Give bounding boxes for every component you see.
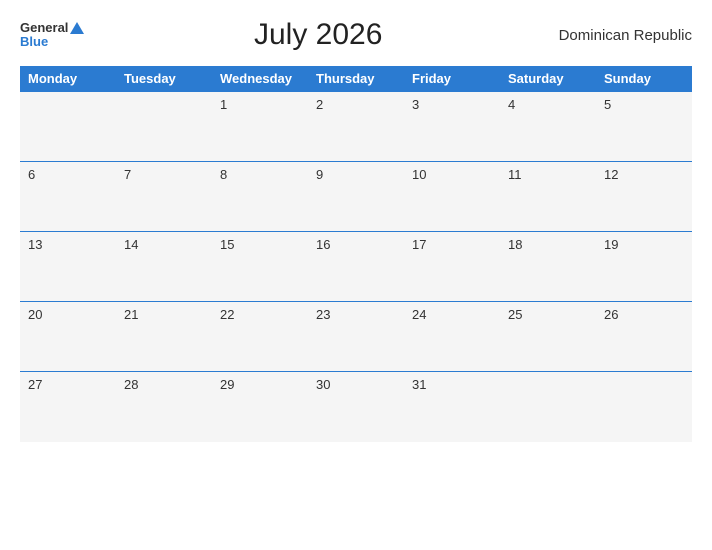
- day-number: 30: [316, 377, 330, 392]
- logo-general-text: General: [20, 21, 84, 35]
- day-number: 25: [508, 307, 522, 322]
- day-number: 28: [124, 377, 138, 392]
- calendar-cell: [116, 92, 212, 162]
- calendar-cell: 23: [308, 302, 404, 372]
- calendar-cell: 12: [596, 162, 692, 232]
- day-header-row: MondayTuesdayWednesdayThursdayFridaySatu…: [20, 66, 692, 92]
- week-row-5: 27 28 29 30 31: [20, 372, 692, 442]
- calendar-cell: 31: [404, 372, 500, 442]
- calendar-country: Dominican Republic: [552, 27, 692, 44]
- day-number: 7: [124, 167, 131, 182]
- calendar-cell: 6: [20, 162, 116, 232]
- calendar-title: July 2026: [84, 18, 552, 52]
- day-header-monday: Monday: [20, 66, 116, 92]
- day-number: 29: [220, 377, 234, 392]
- calendar-cell: 17: [404, 232, 500, 302]
- calendar-cell: [596, 372, 692, 442]
- day-number: 13: [28, 237, 42, 252]
- day-number: 23: [316, 307, 330, 322]
- day-number: 1: [220, 97, 227, 112]
- calendar-cell: 13: [20, 232, 116, 302]
- calendar-cell: 15: [212, 232, 308, 302]
- calendar-cell: 7: [116, 162, 212, 232]
- calendar-table: MondayTuesdayWednesdayThursdayFridaySatu…: [20, 66, 692, 442]
- day-number: 9: [316, 167, 323, 182]
- calendar-cell: 10: [404, 162, 500, 232]
- calendar-cell: 21: [116, 302, 212, 372]
- calendar-cell: 22: [212, 302, 308, 372]
- day-number: 27: [28, 377, 42, 392]
- calendar-cell: 9: [308, 162, 404, 232]
- day-header-thursday: Thursday: [308, 66, 404, 92]
- day-number: 20: [28, 307, 42, 322]
- calendar-tbody: 1234567891011121314151617181920212223242…: [20, 92, 692, 442]
- calendar-cell: 14: [116, 232, 212, 302]
- calendar-cell: 24: [404, 302, 500, 372]
- calendar-cell: 2: [308, 92, 404, 162]
- day-number: 11: [508, 167, 522, 182]
- logo-triangle-icon: [70, 22, 84, 34]
- day-number: 24: [412, 307, 426, 322]
- calendar-cell: [20, 92, 116, 162]
- day-number: 15: [220, 237, 234, 252]
- day-number: 6: [28, 167, 35, 182]
- logo-blue-text: Blue: [20, 35, 48, 49]
- day-number: 17: [412, 237, 426, 252]
- calendar-cell: 30: [308, 372, 404, 442]
- calendar-cell: 20: [20, 302, 116, 372]
- day-header-tuesday: Tuesday: [116, 66, 212, 92]
- calendar-cell: 16: [308, 232, 404, 302]
- calendar-cell: 8: [212, 162, 308, 232]
- week-row-1: 1 2 3 4 5: [20, 92, 692, 162]
- day-number: 5: [604, 97, 611, 112]
- day-number: 19: [604, 237, 618, 252]
- calendar-cell: 28: [116, 372, 212, 442]
- day-number: 2: [316, 97, 323, 112]
- calendar-container: General Blue July 2026 Dominican Republi…: [0, 0, 712, 550]
- calendar-cell: 29: [212, 372, 308, 442]
- calendar-cell: 5: [596, 92, 692, 162]
- day-number: 3: [412, 97, 419, 112]
- calendar-cell: 1: [212, 92, 308, 162]
- calendar-thead: MondayTuesdayWednesdayThursdayFridaySatu…: [20, 66, 692, 92]
- calendar-cell: 19: [596, 232, 692, 302]
- day-header-sunday: Sunday: [596, 66, 692, 92]
- day-number: 16: [316, 237, 330, 252]
- day-number: 21: [124, 307, 138, 322]
- calendar-header: General Blue July 2026 Dominican Republi…: [20, 18, 692, 52]
- calendar-cell: 11: [500, 162, 596, 232]
- day-number: 26: [604, 307, 618, 322]
- day-number: 4: [508, 97, 515, 112]
- calendar-cell: 3: [404, 92, 500, 162]
- day-header-saturday: Saturday: [500, 66, 596, 92]
- day-number: 18: [508, 237, 522, 252]
- day-number: 10: [412, 167, 426, 182]
- day-header-friday: Friday: [404, 66, 500, 92]
- week-row-2: 6 7 8 9 10 11 12: [20, 162, 692, 232]
- calendar-cell: [500, 372, 596, 442]
- calendar-cell: 18: [500, 232, 596, 302]
- calendar-cell: 4: [500, 92, 596, 162]
- day-number: 22: [220, 307, 234, 322]
- day-number: 31: [412, 377, 426, 392]
- week-row-3: 13 14 15 16 17 18 19: [20, 232, 692, 302]
- day-header-wednesday: Wednesday: [212, 66, 308, 92]
- day-number: 8: [220, 167, 227, 182]
- day-number: 12: [604, 167, 618, 182]
- calendar-cell: 26: [596, 302, 692, 372]
- calendar-cell: 25: [500, 302, 596, 372]
- week-row-4: 20 21 22 23 24 25 26: [20, 302, 692, 372]
- logo: General Blue: [20, 21, 84, 50]
- calendar-cell: 27: [20, 372, 116, 442]
- day-number: 14: [124, 237, 138, 252]
